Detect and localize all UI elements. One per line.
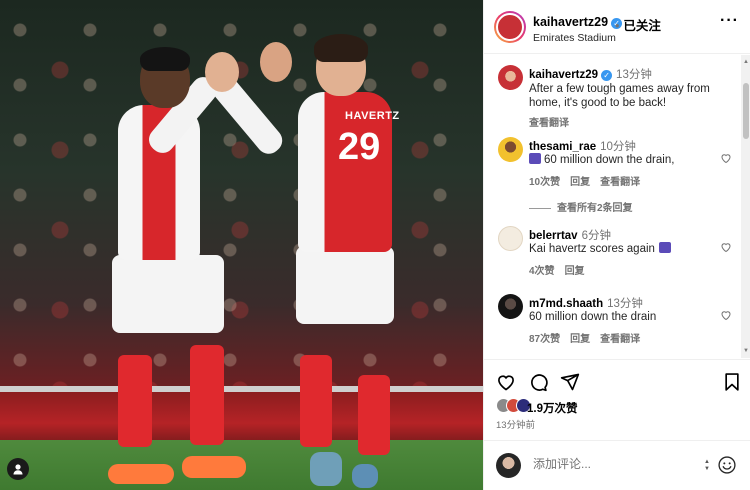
- shirt-number: 29: [338, 126, 381, 168]
- comments-list[interactable]: kaihavertz29 ✓ 13分钟 After a few tough game…: [484, 55, 742, 358]
- player-left-hair: [140, 47, 190, 71]
- likes-count[interactable]: 10次赞: [529, 177, 560, 188]
- player-left-sock: [118, 355, 152, 447]
- comment-text: 60 million down the drain,: [544, 154, 675, 166]
- comment-time: 10分钟: [600, 141, 636, 153]
- comment-header: belerrtav 6分钟: [529, 227, 611, 243]
- player-right-sock: [300, 355, 332, 447]
- comment-username[interactable]: kaihavertz29: [529, 69, 598, 81]
- comment-username[interactable]: m7md.shaath: [529, 298, 603, 310]
- dot-separator: •: [615, 19, 620, 33]
- like-heart-icon[interactable]: [496, 372, 516, 392]
- author-username[interactable]: kaihavertz29: [533, 15, 608, 29]
- player-right-boot: [310, 452, 342, 486]
- comment-time: 6分钟: [581, 230, 611, 242]
- comment-time: 13分钟: [616, 69, 652, 81]
- player-right-boot: [352, 464, 378, 488]
- player-right-shorts: [296, 246, 394, 324]
- likes-count[interactable]: 4次赞: [529, 266, 555, 277]
- reply-link[interactable]: 回复: [570, 334, 590, 345]
- advertising-board: [0, 392, 483, 444]
- heart-icon[interactable]: [720, 241, 732, 253]
- user-icon: [13, 464, 23, 475]
- comment-input[interactable]: [533, 457, 683, 471]
- comment-meta: 查看翻译: [529, 114, 579, 129]
- translate-link[interactable]: 查看翻译: [600, 177, 640, 188]
- comment-text: 60 million down the drain: [529, 311, 657, 323]
- view-replies-label: 查看所有2条回复: [557, 203, 633, 214]
- scroll-thumb[interactable]: [743, 83, 749, 139]
- comment-header: kaihavertz29 ✓ 13分钟: [529, 66, 652, 82]
- scroll-down-icon[interactable]: ▼: [741, 346, 750, 356]
- emoji-icon: [658, 242, 671, 253]
- comments-scrollbar[interactable]: ▲ ▼: [741, 55, 750, 358]
- bookmark-icon[interactable]: [722, 372, 742, 392]
- comment-meta: 10次赞 回复 查看翻译: [529, 173, 650, 188]
- comment-bubble-icon[interactable]: [528, 372, 548, 392]
- tagged-users-button[interactable]: [7, 458, 29, 480]
- translate-link[interactable]: 查看翻译: [600, 334, 640, 345]
- share-send-icon[interactable]: [560, 372, 580, 392]
- player-right-hair: [314, 34, 368, 62]
- comment-time: 13分钟: [607, 298, 643, 310]
- emoji-icon: [529, 153, 541, 164]
- high-five-hand: [205, 52, 239, 92]
- crowd-background: [0, 0, 483, 390]
- player-right-sock: [358, 375, 390, 455]
- follow-status-button[interactable]: 已关注: [623, 19, 661, 33]
- post-timestamp[interactable]: 13分钟前: [496, 417, 535, 431]
- comment-text: Kai havertz scores again: [529, 243, 655, 255]
- comment-body: Kai havertz scores again: [529, 242, 729, 256]
- verified-badge-icon: ✓: [601, 70, 613, 81]
- scroll-up-icon[interactable]: ▲: [741, 57, 750, 67]
- caption-text: After a few tough games away from home, …: [529, 83, 710, 109]
- heart-icon[interactable]: [720, 309, 732, 321]
- reply-link[interactable]: 回复: [570, 177, 590, 188]
- post-details-panel: kaihavertz29 ✓ • 已关注 Emirates Stadium ··· …: [483, 0, 750, 490]
- view-replies-link[interactable]: 查看所有2条回复: [529, 199, 633, 214]
- resize-stepper-icon[interactable]: ▲ ▼: [702, 459, 712, 473]
- translate-link[interactable]: 查看翻译: [529, 118, 569, 129]
- post-header: kaihavertz29 ✓ • 已关注 Emirates Stadium ···: [484, 0, 750, 54]
- avatar[interactable]: [498, 65, 523, 90]
- author-name-wrap: kaihavertz29 ✓: [533, 15, 623, 29]
- comment-username[interactable]: belerrtav: [529, 230, 578, 242]
- player-left-sock: [190, 345, 224, 445]
- author-avatar[interactable]: [494, 11, 526, 43]
- likes-count[interactable]: 87次赞: [529, 334, 560, 345]
- avatar: [496, 453, 521, 478]
- comment-meta: 4次赞 回复: [529, 262, 595, 277]
- comment-meta: 87次赞 回复 查看翻译: [529, 330, 650, 345]
- post-photo[interactable]: HAVERTZ 29: [0, 0, 483, 490]
- likes-count[interactable]: 1.9万次赞: [527, 400, 578, 416]
- comment-body: 60 million down the drain,: [529, 153, 729, 167]
- divider: [529, 207, 551, 209]
- player-left-boot: [182, 456, 246, 478]
- post-actions: 1.9万次赞 13分钟前: [484, 359, 750, 434]
- avatar[interactable]: [498, 226, 523, 251]
- location-link[interactable]: Emirates Stadium: [533, 32, 616, 44]
- more-options-icon[interactable]: ···: [720, 12, 739, 30]
- shirt-name: HAVERTZ: [345, 110, 400, 122]
- avatar[interactable]: [498, 294, 523, 319]
- high-five-hand: [260, 42, 292, 82]
- comment-header: thesami_rae 10分钟: [529, 138, 636, 154]
- follow-wrap: • 已关注: [615, 15, 661, 34]
- reply-link[interactable]: 回复: [565, 266, 585, 277]
- emoji-picker-icon[interactable]: [717, 455, 737, 475]
- avatar[interactable]: [498, 137, 523, 162]
- comment-username[interactable]: thesami_rae: [529, 141, 596, 153]
- player-left-boot: [108, 464, 174, 484]
- add-comment-bar: ▲▼: [484, 440, 750, 490]
- player-left-shorts: [112, 255, 224, 333]
- comment-header: m7md.shaath 13分钟: [529, 295, 643, 311]
- heart-icon[interactable]: [720, 152, 732, 164]
